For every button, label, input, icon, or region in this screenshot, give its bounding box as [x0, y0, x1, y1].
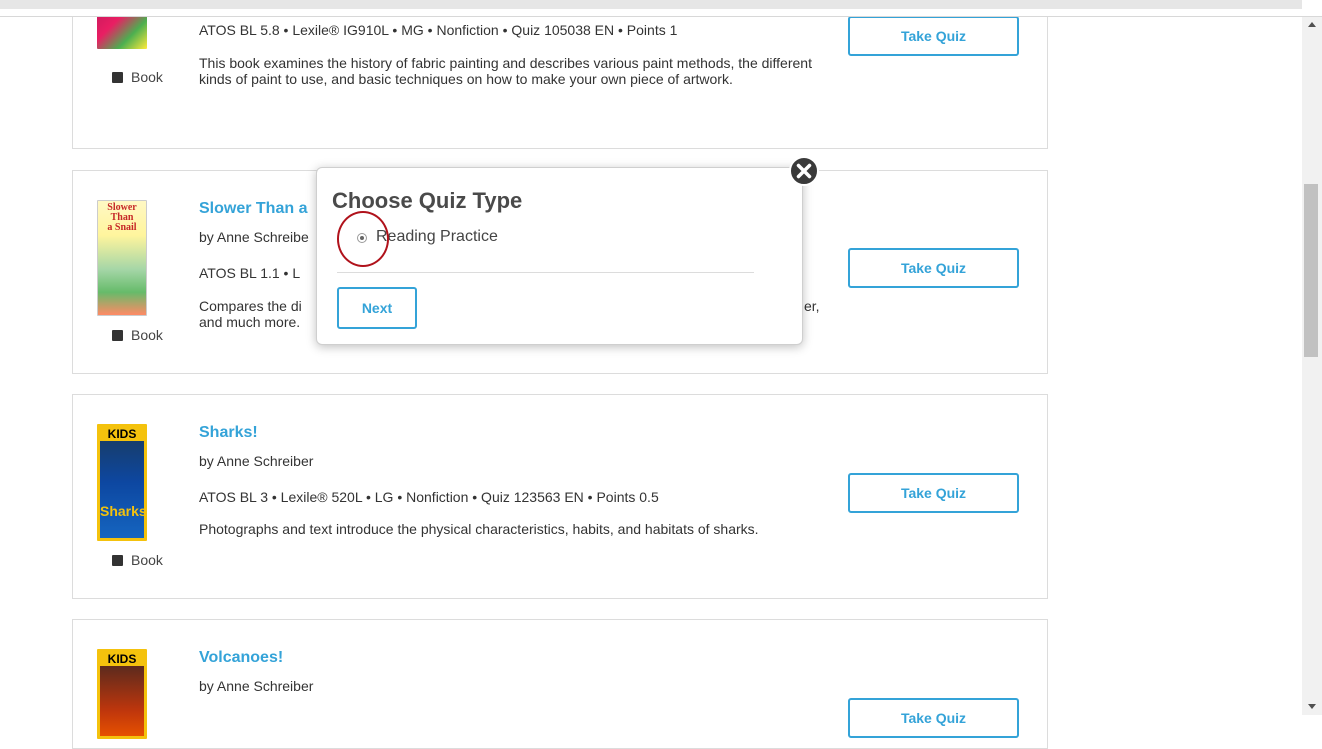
book-author: by Anne Schreiber: [199, 678, 314, 694]
book-cover[interactable]: KIDS Sharks!: [97, 424, 147, 541]
book-icon: [112, 71, 123, 83]
take-quiz-button[interactable]: Take Quiz: [848, 473, 1019, 513]
take-quiz-button[interactable]: Take Quiz: [848, 16, 1019, 56]
book-card: Book ATOS BL 5.8 • Lexile® IG910L • MG •…: [72, 0, 1048, 149]
book-title[interactable]: Sharks!: [199, 424, 258, 442]
book-card: KIDS Volcanoes! by Anne Schreiber Take Q…: [72, 619, 1048, 749]
close-icon[interactable]: [788, 155, 820, 187]
book-title[interactable]: Slower Than a: [199, 200, 307, 218]
book-author: by Anne Schreibe: [199, 229, 309, 245]
reading-practice-label[interactable]: Reading Practice: [376, 228, 498, 246]
highlight-annotation: [337, 211, 389, 267]
book-description: This book examines the history of fabric…: [199, 55, 812, 87]
book-description-tail: er,: [804, 298, 820, 314]
book-type-label: Book: [131, 552, 163, 568]
cover-brand: KIDS: [100, 427, 144, 441]
book-title[interactable]: Volcanoes!: [199, 649, 283, 667]
scroll-down-arrow-icon[interactable]: [1308, 704, 1316, 709]
take-quiz-button[interactable]: Take Quiz: [848, 248, 1019, 288]
take-quiz-button[interactable]: Take Quiz: [848, 698, 1019, 738]
book-meta: ATOS BL 1.1 • L: [199, 265, 301, 281]
cover-brand: KIDS: [100, 652, 144, 666]
book-type-label: Book: [131, 69, 163, 85]
next-button[interactable]: Next: [337, 287, 417, 329]
book-author: by Anne Schreiber: [199, 453, 314, 469]
top-bar-strip: [0, 0, 1302, 9]
book-meta: ATOS BL 3 • Lexile® 520L • LG • Nonficti…: [199, 489, 659, 505]
book-meta: ATOS BL 5.8 • Lexile® IG910L • MG • Nonf…: [199, 22, 678, 38]
scroll-up-arrow-icon[interactable]: [1308, 22, 1316, 27]
book-type: Book: [112, 69, 163, 85]
cover-text: a Snail: [107, 222, 137, 233]
book-description: Photographs and text introduce the physi…: [199, 521, 759, 537]
dialog-divider: [337, 272, 754, 273]
book-icon: [112, 554, 123, 566]
book-cover[interactable]: KIDS: [97, 649, 147, 739]
book-type: Book: [112, 552, 163, 568]
scrollbar[interactable]: [1302, 16, 1322, 715]
book-icon: [112, 329, 123, 341]
book-type-label: Book: [131, 327, 163, 343]
book-cover[interactable]: Slower Than a Snail: [97, 200, 147, 316]
choose-quiz-type-dialog: Choose Quiz Type Reading Practice Next: [316, 167, 803, 345]
book-card: KIDS Sharks! Book Sharks! by Anne Schrei…: [72, 394, 1048, 599]
book-type: Book: [112, 327, 163, 343]
top-bar: [0, 0, 1322, 17]
scroll-thumb[interactable]: [1304, 184, 1318, 357]
cover-title: Sharks!: [100, 503, 147, 519]
